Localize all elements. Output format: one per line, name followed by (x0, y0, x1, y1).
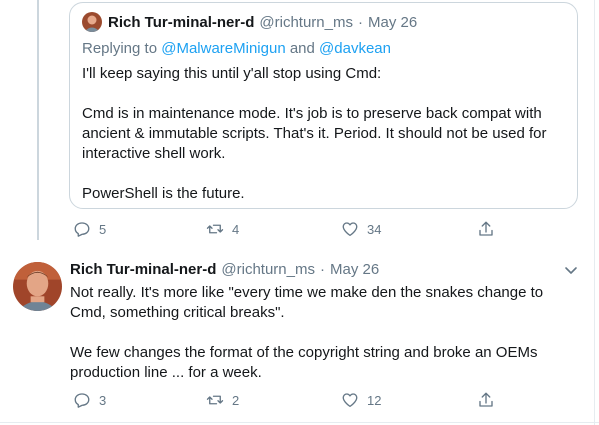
mention-link[interactable]: @davkean (319, 40, 391, 57)
retweet-button[interactable]: 2 (206, 391, 239, 409)
tweet-paragraph: We few changes the format of the copyrig… (70, 344, 538, 381)
like-button[interactable]: 12 (341, 391, 381, 409)
mention-link[interactable]: @MalwareMinigun (161, 40, 285, 57)
avatar[interactable] (13, 262, 62, 311)
tweet-paragraph: PowerShell is the future. (82, 185, 245, 202)
divider (0, 422, 599, 423)
parent-tweet-actions: 5 4 34 (0, 220, 599, 240)
author-handle[interactable]: @richturn_ms (221, 261, 315, 278)
reply-tweet-header: Rich Tur-minal-ner-d @richturn_ms · May … (70, 261, 379, 278)
tweet-paragraph: I'll keep saying this until y'all stop u… (82, 65, 382, 82)
separator-dot: · (357, 13, 363, 31)
parent-tweet-text: I'll keep saying this until y'all stop u… (82, 64, 567, 224)
replying-to-and: and (289, 40, 315, 57)
avatar[interactable] (82, 12, 102, 32)
retweet-button[interactable]: 4 (206, 220, 239, 238)
like-count: 34 (367, 221, 382, 237)
reply-icon (74, 222, 90, 237)
like-icon (342, 393, 358, 408)
reply-button[interactable]: 5 (73, 220, 106, 238)
tweet-date[interactable]: May 26 (368, 14, 417, 31)
share-icon (479, 221, 493, 236)
author-name[interactable]: Rich Tur-minal-ner-d (108, 14, 254, 31)
reply-tweet-actions: 3 2 12 (0, 391, 599, 411)
replying-to-line: Replying to @MalwareMinigun and @davkean (82, 40, 391, 57)
retweet-count: 2 (232, 392, 240, 408)
retweet-icon (206, 395, 224, 405)
share-button[interactable] (477, 220, 495, 238)
separator-dot: · (319, 261, 325, 278)
more-options-button[interactable] (563, 262, 579, 278)
reply-icon (74, 393, 90, 408)
replying-to-label: Replying to (82, 40, 158, 57)
author-name[interactable]: Rich Tur-minal-ner-d (70, 261, 216, 278)
parent-tweet-card[interactable]: Rich Tur-minal-ner-d @richturn_ms · May … (69, 2, 578, 209)
share-icon (479, 392, 493, 407)
thread-connector-line (37, 0, 39, 240)
like-icon (342, 222, 358, 237)
like-count: 12 (367, 392, 382, 408)
retweet-icon (206, 224, 224, 234)
reply-count: 5 (99, 221, 107, 237)
author-handle[interactable]: @richturn_ms (259, 14, 353, 31)
reply-count: 3 (99, 392, 107, 408)
share-button[interactable] (477, 391, 495, 409)
reply-tweet-text: Not really. It's more like "every time w… (70, 283, 580, 403)
retweet-count: 4 (232, 221, 240, 237)
reply-button[interactable]: 3 (73, 391, 106, 409)
tweet-paragraph: Cmd is in maintenance mode. It's job is … (82, 105, 547, 162)
tweet-paragraph: Not really. It's more like "every time w… (70, 284, 544, 321)
chevron-down-icon (565, 267, 577, 274)
parent-tweet-header: Rich Tur-minal-ner-d @richturn_ms · May … (82, 12, 417, 32)
like-button[interactable]: 34 (341, 220, 381, 238)
tweet-date[interactable]: May 26 (330, 261, 379, 278)
